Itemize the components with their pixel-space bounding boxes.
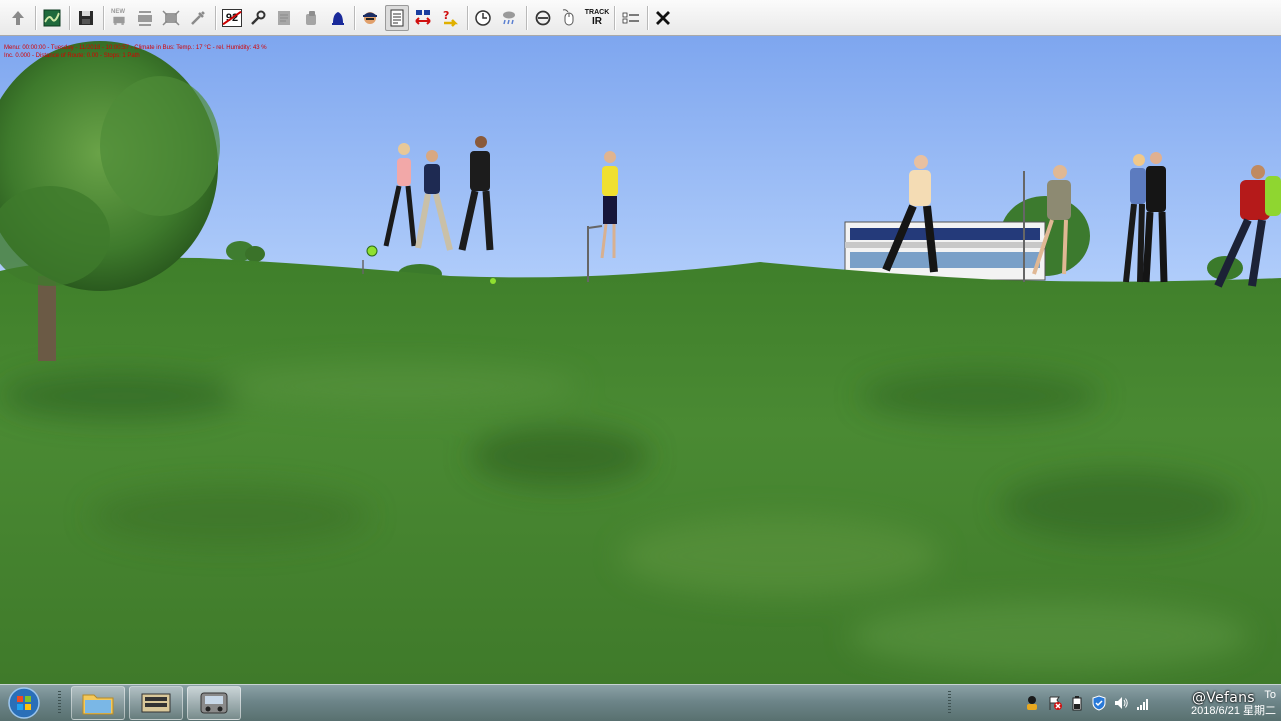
taskbar-grip [948, 691, 951, 715]
start-button[interactable] [4, 686, 44, 720]
scene-render [0, 36, 1281, 684]
taskbar: To 2018/6/21 星期二 @Vefans [0, 684, 1281, 721]
taskbar-grip [58, 691, 61, 715]
map-icon [43, 9, 61, 27]
track-ir-button[interactable]: TRACK IR [584, 5, 610, 31]
transfer-button[interactable] [411, 5, 435, 31]
map-button[interactable] [40, 5, 64, 31]
weather-button[interactable] [497, 5, 521, 31]
windows-start-icon [8, 687, 40, 719]
bell-icon [332, 12, 344, 25]
copy-object-button[interactable] [133, 5, 157, 31]
pick-tool-button[interactable] [186, 5, 210, 31]
hud-overlay: Menu: 00:00:00 - Tuesday - 11/2018 - 10:… [4, 44, 267, 60]
scale-object-icon [162, 10, 180, 26]
toolbar-separator [354, 6, 355, 30]
bell-button[interactable] [326, 5, 350, 31]
options-button[interactable] [619, 5, 643, 31]
mouse-button[interactable] [557, 5, 581, 31]
up-arrow-icon [12, 11, 24, 25]
tray-network[interactable] [1135, 695, 1151, 711]
toolbar-separator [215, 6, 216, 30]
pick-tool-icon [191, 11, 205, 25]
taskbar-item-explorer[interactable] [71, 686, 125, 720]
sound-icon [306, 11, 316, 25]
folder-icon [82, 694, 114, 715]
wrench-icon [251, 10, 266, 25]
svg-text:?: ? [443, 9, 449, 22]
toolbar-separator [69, 6, 70, 30]
sound-button[interactable] [299, 5, 323, 31]
driver-button[interactable] [358, 5, 382, 31]
omsi-game-icon [200, 692, 228, 714]
driver-icon [363, 12, 377, 24]
speaker-icon [1115, 697, 1128, 709]
close-button[interactable] [651, 5, 675, 31]
signal-bars-icon [1137, 699, 1148, 710]
save-disk-icon [79, 11, 93, 25]
new-object-icon [113, 16, 125, 25]
toolbar-separator [614, 6, 615, 30]
taskbar-item-omsi[interactable] [129, 686, 183, 720]
transfer-icon [415, 10, 431, 25]
shield-icon [1092, 695, 1106, 711]
tray-action-center[interactable] [1047, 695, 1063, 711]
toolbar: NEW 92 ? [0, 0, 1281, 36]
toolbar-separator [35, 6, 36, 30]
track-ir-icon: TRACK IR [585, 9, 610, 27]
help-question-icon: ? [443, 9, 459, 27]
document-icon [278, 11, 290, 25]
compass-button[interactable] [531, 5, 555, 31]
toolbar-separator [647, 6, 648, 30]
up-button[interactable] [6, 5, 30, 31]
wrench-button[interactable] [246, 5, 270, 31]
weather-icon [503, 11, 515, 25]
track-ir-line2: IR [592, 16, 602, 27]
toolbar-separator [526, 6, 527, 30]
watermark: @Vefans [1192, 690, 1255, 706]
mouse-icon [562, 9, 574, 26]
close-x-icon [656, 11, 670, 25]
battery-icon [1072, 696, 1082, 711]
omsi-bus-icon [141, 693, 171, 713]
document-button[interactable] [272, 5, 296, 31]
taskbar-item-game[interactable] [187, 686, 241, 720]
flag-error-icon [1049, 696, 1062, 710]
toolbar-separator [467, 6, 468, 30]
clock-icon [475, 10, 491, 26]
person-icon [1027, 696, 1037, 710]
new-object-button[interactable]: NEW [107, 5, 131, 31]
bus-number-button[interactable]: 92 [220, 5, 244, 31]
timetable-button[interactable] [385, 5, 409, 31]
tray-security[interactable] [1091, 695, 1107, 711]
double-decker-bus [844, 221, 1046, 281]
timetable-icon [390, 9, 404, 27]
tray-battery[interactable] [1069, 695, 1085, 711]
compass-icon [535, 10, 551, 26]
hud-line-2: Inc. 0.000 - Distance of Route: 0.00 - S… [4, 53, 140, 59]
clock-button[interactable] [471, 5, 495, 31]
hud-line-1: Menu: 00:00:00 - Tuesday - 11/2018 - 10:… [4, 45, 267, 51]
3d-viewport[interactable]: Menu: 00:00:00 - Tuesday - 11/2018 - 10:… [0, 36, 1281, 684]
scale-object-button[interactable] [159, 5, 183, 31]
tray-person[interactable] [1024, 695, 1040, 711]
save-button[interactable] [74, 5, 98, 31]
copy-object-icon [138, 11, 152, 26]
options-checkbox-icon [622, 12, 639, 24]
tray-volume[interactable] [1113, 695, 1129, 711]
toolbar-separator [103, 6, 104, 30]
bus-number-icon: 92 [222, 9, 242, 27]
help-button[interactable]: ? [438, 5, 462, 31]
